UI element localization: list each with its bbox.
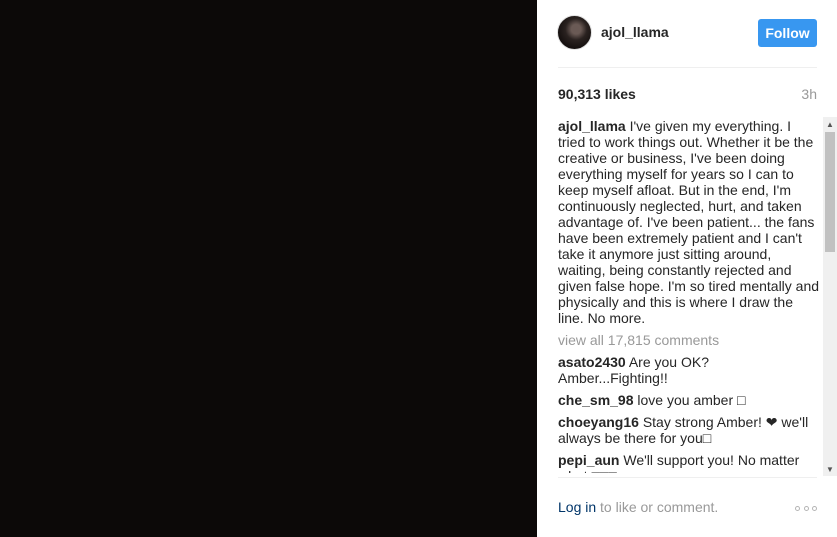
post-username[interactable]: ajol_llama [601, 24, 669, 40]
caption: ajol_llama I've given my everything. I t… [558, 118, 820, 326]
scroll-down-arrow-icon[interactable]: ▼ [823, 462, 837, 476]
caption-text: I've given my everything. I tried to wor… [558, 118, 820, 326]
header-divider [558, 67, 817, 68]
comment-username[interactable]: choeyang16 [558, 414, 639, 430]
dot [812, 505, 817, 511]
post-header: ajol_llama Follow [537, 0, 837, 67]
scrollbar-thumb[interactable] [825, 132, 835, 252]
dot [795, 505, 800, 511]
caption-username[interactable]: ajol_llama [558, 118, 626, 134]
comment: asato2430 Are you OK? Amber...Fighting!! [558, 354, 820, 386]
login-prompt: Log in to like or comment. [558, 499, 718, 515]
post-sidebar: ajol_llama Follow 90,313 likes 3h ajol_l… [537, 0, 837, 537]
post-timestamp[interactable]: 3h [801, 86, 817, 102]
comment: choeyang16 Stay strong Amber! ❤ we'll al… [558, 414, 820, 446]
comment: che_sm_98 love you amber □ [558, 392, 820, 408]
comment-text: love you amber □ [637, 392, 746, 408]
login-link[interactable]: Log in [558, 499, 596, 515]
avatar[interactable] [557, 15, 592, 50]
footer-divider [558, 477, 817, 478]
view-all-comments-link[interactable]: view all 17,815 comments [558, 332, 820, 348]
follow-button[interactable]: Follow [758, 19, 817, 47]
comments-list[interactable]: ajol_llama I've given my everything. I t… [558, 118, 820, 473]
comments-scrollbar[interactable]: ▲ ▼ [823, 117, 837, 476]
comment-username[interactable]: pepi_aun [558, 452, 619, 468]
comment-username[interactable]: asato2430 [558, 354, 626, 370]
comment: pepi_aun We'll support you! No matter wh… [558, 452, 820, 473]
like-count[interactable]: 90,313 likes [558, 86, 636, 102]
login-prompt-text: to like or comment. [596, 499, 719, 515]
post-image[interactable] [0, 0, 537, 537]
more-options-icon[interactable] [795, 500, 817, 516]
comment-username[interactable]: che_sm_98 [558, 392, 634, 408]
scroll-up-arrow-icon[interactable]: ▲ [823, 117, 837, 131]
dot [803, 505, 809, 511]
